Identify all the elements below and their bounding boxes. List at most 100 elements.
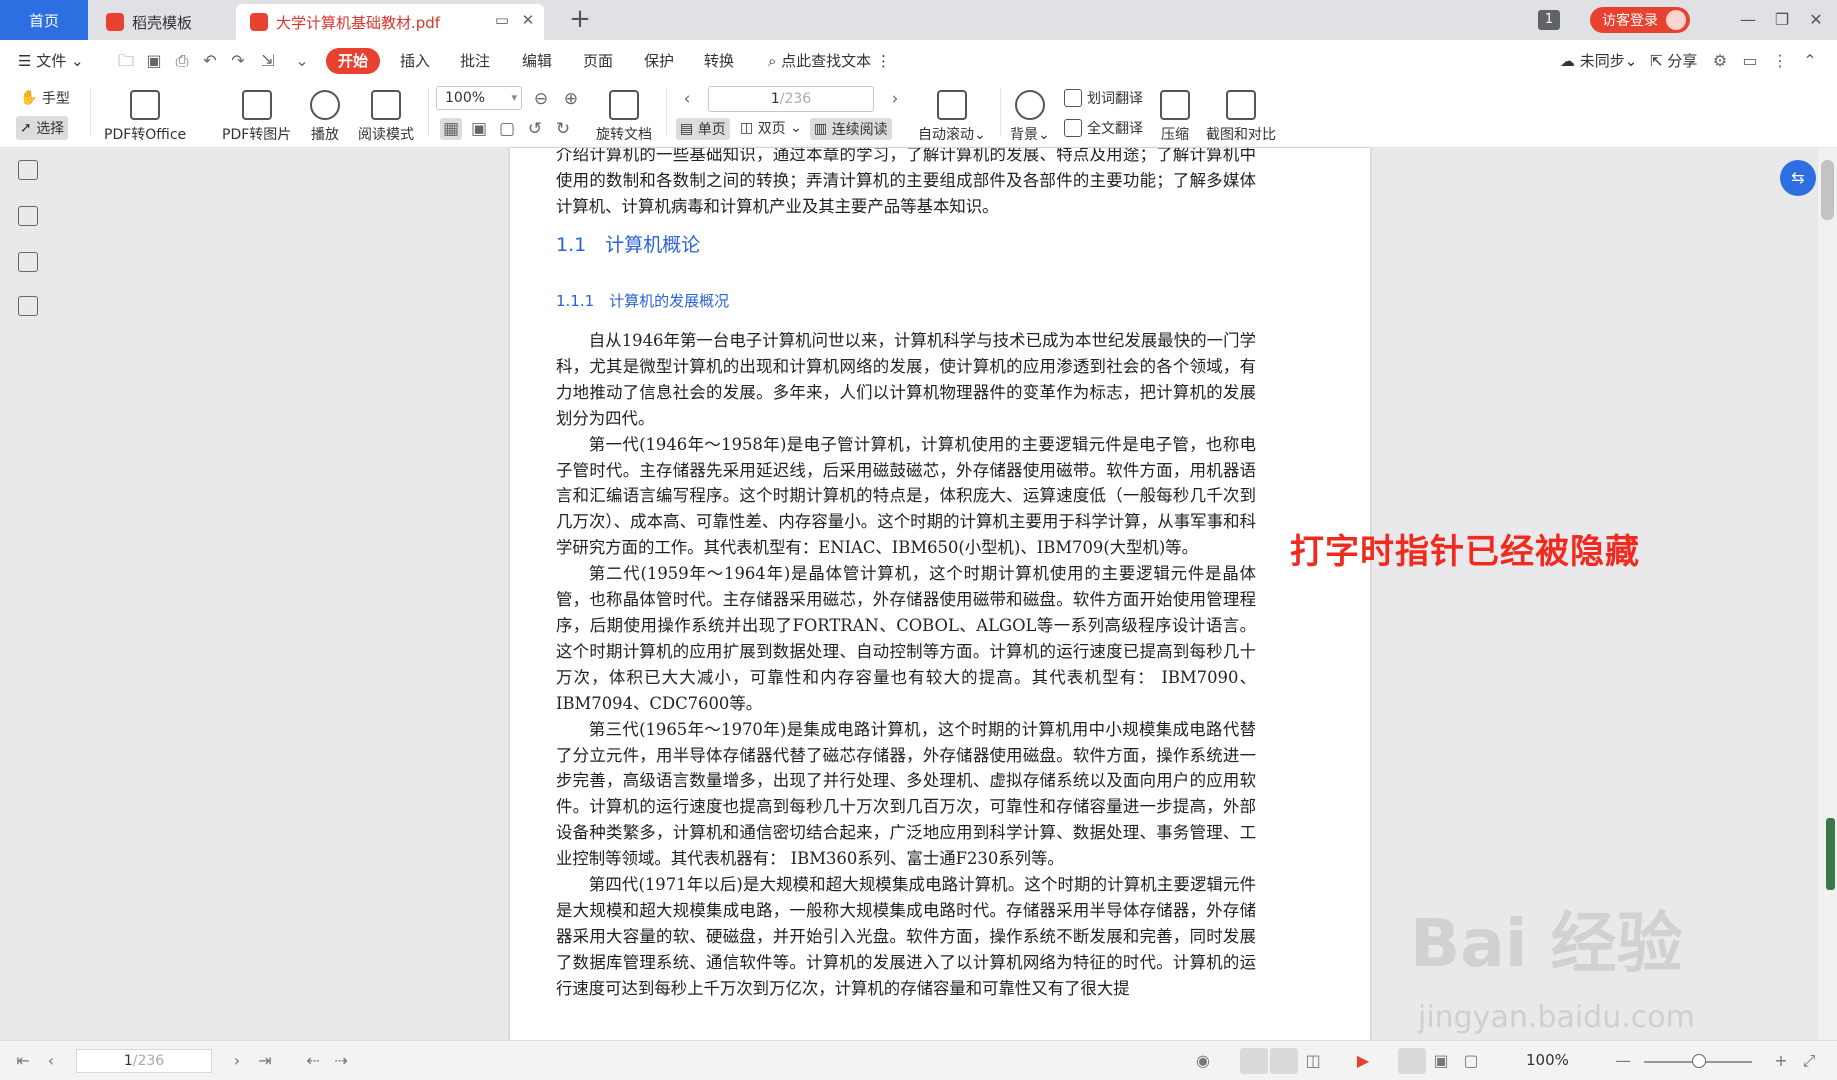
minimize-button[interactable]: — xyxy=(1734,8,1762,32)
back-icon[interactable]: ⇠ xyxy=(302,1050,324,1072)
thumbnail-icon[interactable] xyxy=(18,206,38,226)
next-page-icon[interactable]: › xyxy=(884,88,906,110)
pdf-to-office-icon xyxy=(130,90,161,120)
window-count-badge[interactable]: 1 xyxy=(1538,10,1560,30)
floating-convert-icon[interactable]: ⇆ xyxy=(1780,160,1816,196)
scrollbar-thumb[interactable] xyxy=(1821,160,1834,220)
tab-bar: 首页 稻壳模板 大学计算机基础教材.pdf ▭ ✕ + 1 访客登录 — ❐ ✕ xyxy=(0,0,1837,40)
select-tool-button[interactable]: ➚ 选择 xyxy=(16,116,69,140)
tab-template[interactable]: 稻壳模板 xyxy=(92,4,232,40)
actual-size-button[interactable] xyxy=(1398,1048,1426,1074)
auto-scroll-button[interactable]: 自动滚动⌄ xyxy=(918,90,986,144)
print-icon[interactable]: ⎙ xyxy=(172,51,192,71)
undo-icon[interactable]: ↶ xyxy=(200,51,220,71)
word-translate-button[interactable]: 划词翻译 xyxy=(1064,88,1143,108)
tab-home[interactable]: 首页 xyxy=(0,0,88,40)
fullscreen-icon[interactable]: ⤢ xyxy=(1798,1050,1820,1072)
continuous-read-button[interactable]: ▥ 连续阅读 xyxy=(810,118,892,140)
more-icon[interactable]: ⋮ xyxy=(1770,51,1790,71)
redo-icon[interactable]: ↷ xyxy=(228,51,248,71)
prev-page-icon[interactable]: ‹ xyxy=(676,88,698,110)
single-page-view-button[interactable] xyxy=(1240,1048,1268,1074)
tab-close-icon[interactable]: ✕ xyxy=(518,10,538,30)
hand-tool-button[interactable]: ✋ 手型 xyxy=(20,88,70,108)
vertical-scrollbar[interactable] xyxy=(1818,148,1837,1040)
menu-bar: ☰ 文件 ⌄ 🗀 ▣ ⎙ ↶ ↷ ⇲ ⌄ 开始 插入 批注 编辑 页面 保护 转… xyxy=(0,40,1837,82)
zoom-out-icon[interactable]: ⊖ xyxy=(530,88,552,110)
compress-button[interactable]: 压缩 xyxy=(1160,90,1190,144)
collapse-ribbon-icon[interactable]: ⌃ xyxy=(1800,51,1820,71)
page-number-input[interactable]: 1/236 xyxy=(708,86,874,112)
status-page-input[interactable]: 1/236 xyxy=(76,1049,212,1073)
tab-edit[interactable]: 编辑 xyxy=(522,48,552,74)
play-icon[interactable]: ▶ xyxy=(1352,1050,1374,1072)
single-page-button[interactable]: ▤ 单页 xyxy=(676,118,730,140)
side-handle[interactable] xyxy=(1826,818,1835,890)
next-page-icon[interactable]: › xyxy=(226,1050,248,1072)
bookmark-convert-icon[interactable] xyxy=(18,296,38,316)
eye-protection-icon[interactable]: ◉ xyxy=(1192,1050,1214,1072)
restore-button[interactable]: ❐ xyxy=(1768,8,1796,32)
file-menu[interactable]: ☰ 文件 ⌄ xyxy=(18,48,84,74)
last-page-icon[interactable]: ⇥ xyxy=(254,1050,276,1072)
screenshot-compare-button[interactable]: 截图和对比 xyxy=(1206,90,1276,144)
tab-annotate[interactable]: 批注 xyxy=(460,48,490,74)
full-translate-button[interactable]: 全文翻译 xyxy=(1064,118,1143,138)
tab-insert[interactable]: 插入 xyxy=(400,48,430,74)
play-button[interactable]: 播放 xyxy=(310,90,340,144)
rotate-right-icon[interactable]: ↻ xyxy=(552,118,574,140)
subsection-heading: 1.1.1 计算机的发展概况 xyxy=(556,292,730,310)
annotation-pen-icon[interactable] xyxy=(18,252,38,272)
docer-logo-icon xyxy=(106,13,124,31)
prev-page-icon[interactable]: ‹ xyxy=(40,1050,62,1072)
comment-icon[interactable]: ▭ xyxy=(1740,51,1760,71)
tab-start[interactable]: 开始 xyxy=(326,48,381,74)
screenshot-compare-label: 截图和对比 xyxy=(1206,127,1276,143)
open-folder-icon[interactable]: 🗀 xyxy=(116,51,136,71)
forward-icon[interactable]: ⇢ xyxy=(330,1050,352,1072)
cursor-arrow-icon: ➚ xyxy=(20,120,32,136)
zoom-slider-knob[interactable] xyxy=(1692,1054,1706,1068)
tab-pin-icon[interactable]: ▭ xyxy=(492,10,512,30)
zoom-in-icon[interactable]: + xyxy=(1770,1050,1792,1072)
zoom-select[interactable]: 100% ▾ xyxy=(436,86,522,110)
tab-protect[interactable]: 保护 xyxy=(644,48,674,74)
export-icon[interactable]: ⇲ xyxy=(258,51,278,71)
actual-size-icon[interactable]: ▦ xyxy=(440,118,462,140)
paragraph: 第三代(1965年～1970年)是集成电路计算机，这个时期的计算机用中小规模集成… xyxy=(556,719,1256,869)
fit-width-icon[interactable]: ▢ xyxy=(496,118,518,140)
login-button[interactable]: 访客登录 xyxy=(1590,7,1690,33)
fit-width-icon[interactable]: ▢ xyxy=(1460,1050,1482,1072)
close-window-button[interactable]: ✕ xyxy=(1802,8,1830,32)
new-tab-button[interactable]: + xyxy=(564,4,596,36)
tab-page[interactable]: 页面 xyxy=(583,48,613,74)
sync-status[interactable]: ☁ 未同步⌄ xyxy=(1560,48,1637,74)
rotate-document-icon xyxy=(609,90,639,120)
rotate-left-icon[interactable]: ↺ xyxy=(524,118,546,140)
left-sidebar xyxy=(0,148,56,1040)
outline-icon[interactable] xyxy=(18,160,38,180)
fit-page-icon[interactable]: ▣ xyxy=(468,118,490,140)
double-page-button[interactable]: ◫ 双页 ⌄ xyxy=(740,118,802,138)
tab-convert[interactable]: 转换 xyxy=(704,48,734,74)
settings-gear-icon[interactable]: ⚙ xyxy=(1710,51,1730,71)
save-icon[interactable]: ▣ xyxy=(144,51,164,71)
read-mode-button[interactable]: 阅读模式 xyxy=(358,90,414,144)
pdf-to-office-button[interactable]: PDF转Office xyxy=(104,90,186,144)
rotate-document-button[interactable]: 旋转文档 xyxy=(596,90,652,144)
single-page-icon: ▤ xyxy=(680,121,694,137)
search-text-button[interactable]: ⌕ 点此查找文本 ⋮ xyxy=(768,48,891,74)
customize-chevron-icon[interactable]: ⌄ xyxy=(292,51,312,71)
zoom-out-icon[interactable]: — xyxy=(1612,1050,1634,1072)
hand-icon: ✋ xyxy=(20,90,38,106)
divider xyxy=(428,88,429,136)
background-button[interactable]: 背景⌄ xyxy=(1010,90,1050,144)
zoom-in-icon[interactable]: ⊕ xyxy=(560,88,582,110)
compress-label: 压缩 xyxy=(1161,127,1189,143)
pdf-to-image-button[interactable]: PDF转图片 xyxy=(222,90,291,144)
double-page-view-icon[interactable]: ◫ xyxy=(1302,1050,1324,1072)
continuous-view-button[interactable] xyxy=(1270,1048,1298,1074)
fit-page-icon[interactable]: ▣ xyxy=(1430,1050,1452,1072)
first-page-icon[interactable]: ⇤ xyxy=(12,1050,34,1072)
share-button[interactable]: ⇱ 分享 xyxy=(1650,48,1697,74)
